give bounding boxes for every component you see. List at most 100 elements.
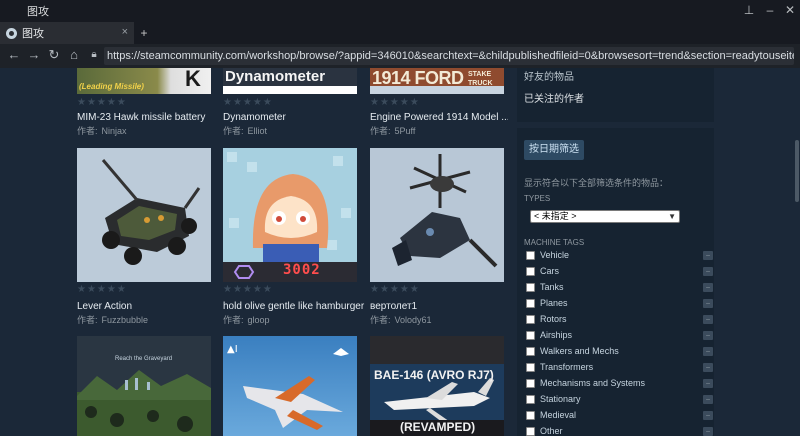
exclude-tag-icon[interactable]: − [703, 411, 713, 420]
exclude-tag-icon[interactable]: − [703, 331, 713, 340]
exclude-tag-icon[interactable]: − [703, 363, 713, 372]
rating-stars: ★★★★★ [223, 284, 273, 295]
tag-checkbox[interactable] [526, 331, 535, 340]
filter-caption: 显示符合以下全部筛选条件的物品： [524, 178, 669, 188]
item-author: 作者: Volody61 [370, 315, 432, 325]
tag-filter-row[interactable]: Rotors − [526, 314, 716, 328]
rating-stars: ★★★★★ [77, 284, 127, 295]
tag-filter-row[interactable]: Cars − [526, 266, 716, 280]
item-thumbnail[interactable]: (Leading Missile) K [77, 68, 211, 94]
filter-by-date-button[interactable]: 按日期筛选 [524, 140, 584, 160]
tag-filter-row[interactable]: Mechanisms and Systems − [526, 378, 716, 392]
tag-checkbox[interactable] [526, 299, 535, 308]
helicopter-model-image [370, 148, 504, 282]
page-scrollbar-thumb[interactable] [795, 140, 799, 202]
exclude-tag-icon[interactable]: − [703, 347, 713, 356]
item-title-link[interactable]: Lever Action [77, 301, 217, 312]
tag-filter-row[interactable]: Airships − [526, 330, 716, 344]
sidebar-link-followed-authors[interactable]: 已关注的作者 [524, 90, 584, 105]
exclude-tag-icon[interactable]: − [703, 267, 713, 276]
tag-filter-row[interactable]: Other − [526, 426, 716, 436]
item-title-link[interactable]: вертолет1 [370, 301, 510, 312]
tag-checkbox[interactable] [526, 251, 535, 260]
tag-label: Planes [540, 298, 568, 308]
tag-checkbox[interactable] [526, 347, 535, 356]
item-title-link[interactable]: Dynamometer [223, 112, 363, 123]
close-window-icon[interactable]: ✕ [782, 3, 798, 17]
steam-logo-icon [6, 27, 17, 39]
svg-text:▲I: ▲I [227, 344, 238, 355]
back-arrow-icon[interactable]: ← [6, 47, 22, 63]
tag-checkbox[interactable] [526, 363, 535, 372]
tag-filter-row[interactable]: Transformers − [526, 362, 716, 376]
item-thumbnail[interactable]: Reach the Graveyard [77, 336, 211, 436]
item-author: 作者: Ninjax [77, 126, 127, 136]
lock-icon: 🔒︎ [91, 49, 97, 60]
new-tab-button[interactable]: + [136, 24, 152, 42]
item-thumbnail[interactable]: Dynamometer [223, 68, 357, 94]
tag-filter-row[interactable]: Tanks − [526, 282, 716, 296]
thumb-caption-sub: STAKE TRUCK [468, 71, 493, 87]
item-author: 作者: Elliot [223, 126, 268, 136]
tab-close-icon[interactable]: × [122, 26, 128, 38]
item-title-link[interactable]: hold olive gentle like hamburger [223, 301, 368, 312]
machine-tags-header: MACHINE TAGS [524, 238, 585, 247]
exclude-tag-icon[interactable]: − [703, 379, 713, 388]
tag-label: Transformers [540, 362, 594, 372]
tag-filter-row[interactable]: Stationary − [526, 394, 716, 408]
tag-label: Vehicle [540, 250, 570, 260]
rating-stars: ★★★★★ [370, 97, 420, 108]
item-thumbnail[interactable]: ▲I [223, 336, 357, 436]
tag-filter-row[interactable]: Medieval − [526, 410, 716, 424]
tag-checkbox[interactable] [526, 411, 535, 420]
pin-icon[interactable]: ⊥ [741, 3, 757, 17]
author-link[interactable]: Fuzzbubble [102, 315, 149, 325]
tab-main[interactable]: 图攻 × [0, 22, 134, 44]
minimize-icon[interactable]: – [762, 3, 778, 17]
tag-label: Walkers and Mechs [540, 346, 619, 356]
exclude-tag-icon[interactable]: − [703, 251, 713, 260]
item-thumbnail[interactable] [370, 148, 504, 282]
tag-filter-row[interactable]: Vehicle − [526, 250, 716, 264]
reload-icon[interactable]: ↻ [46, 47, 62, 63]
url-field[interactable]: https://steamcommunity.com/workshop/brow… [104, 47, 794, 65]
exclude-tag-icon[interactable]: − [703, 283, 713, 292]
window-title: 图攻 [27, 6, 49, 18]
author-link[interactable]: Elliot [248, 126, 268, 136]
rating-stars: ★★★★★ [223, 97, 273, 108]
author-link[interactable]: Volody61 [395, 315, 432, 325]
exclude-tag-icon[interactable]: − [703, 299, 713, 308]
types-header: TYPES [524, 194, 551, 203]
thumb-number: 3002 [283, 262, 321, 278]
forward-arrow-icon[interactable]: → [26, 47, 42, 63]
item-title-link[interactable]: MIM-23 Hawk missile battery [77, 112, 217, 123]
author-link[interactable]: Ninjax [102, 126, 127, 136]
tag-filter-row[interactable]: Planes − [526, 298, 716, 312]
item-thumbnail[interactable] [77, 148, 211, 282]
author-link[interactable]: 5Puff [395, 126, 416, 136]
page-scrollbar-track[interactable] [794, 68, 800, 436]
navigation-bar: ← → ↻ ⌂ 🔒︎ https://steamcommunity.com/wo… [0, 44, 800, 68]
thumb-caption: Reach the Graveyard [115, 356, 173, 362]
tag-checkbox[interactable] [526, 427, 535, 436]
tag-checkbox[interactable] [526, 283, 535, 292]
tag-checkbox[interactable] [526, 379, 535, 388]
types-select[interactable]: < 未指定 > ▼ [530, 210, 680, 223]
sidebar-link-friends-items[interactable]: 好友的物品 [524, 68, 574, 83]
tag-checkbox[interactable] [526, 315, 535, 324]
tag-checkbox[interactable] [526, 267, 535, 276]
item-title-link[interactable]: Engine Powered 1914 Model ... [370, 112, 508, 123]
item-author: 作者: Fuzzbubble [77, 315, 149, 325]
tag-label: Mechanisms and Systems [540, 378, 646, 388]
item-thumbnail[interactable]: BAE-146 (AVRO RJ7) (REVAMPED) [370, 336, 504, 436]
rating-stars: ★★★★★ [77, 97, 127, 108]
tag-filter-row[interactable]: Walkers and Mechs − [526, 346, 716, 360]
author-link[interactable]: gloop [248, 315, 270, 325]
exclude-tag-icon[interactable]: − [703, 395, 713, 404]
exclude-tag-icon[interactable]: − [703, 315, 713, 324]
item-thumbnail[interactable]: 3002 [223, 148, 357, 282]
home-icon[interactable]: ⌂ [66, 47, 82, 63]
exclude-tag-icon[interactable]: − [703, 427, 713, 436]
tag-checkbox[interactable] [526, 395, 535, 404]
item-thumbnail[interactable]: 1914 FORD STAKE TRUCK [370, 68, 504, 94]
